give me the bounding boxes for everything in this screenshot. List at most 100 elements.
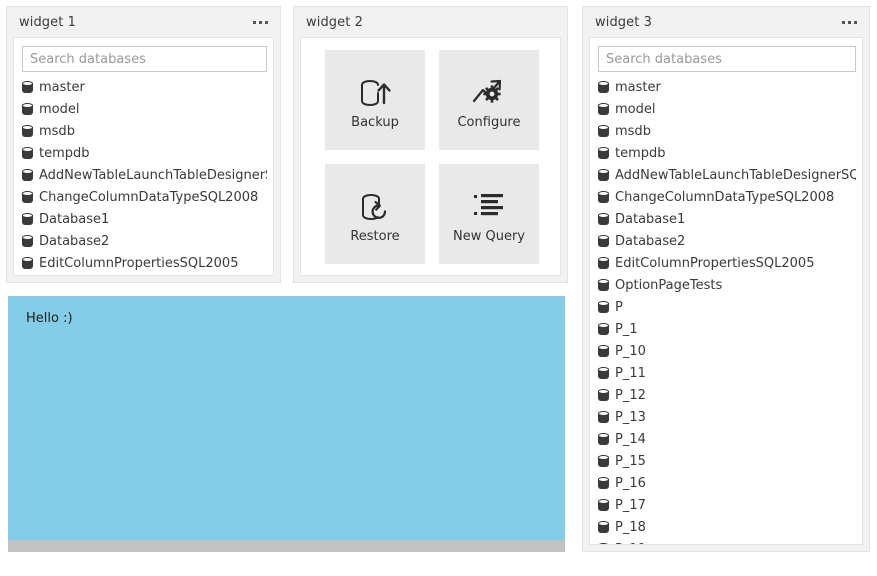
database-list-item[interactable]: Database2: [598, 230, 856, 252]
action-tile-grid: Backup: [301, 38, 560, 264]
database-name: P_16: [615, 477, 646, 490]
database-icon: [598, 455, 609, 468]
database-icon: [598, 147, 609, 160]
database-name: master: [615, 81, 661, 94]
database-name: model: [39, 103, 79, 116]
database-list-item[interactable]: AddNewTableLaunchTableDesignerSQL2: [598, 164, 856, 186]
database-list-item[interactable]: tempdb: [598, 142, 856, 164]
restore-tile[interactable]: Restore: [325, 164, 425, 264]
database-list-item[interactable]: P_1: [598, 318, 856, 340]
database-icon: [598, 543, 609, 545]
database-name: P_12: [615, 389, 646, 402]
database-name: ChangeColumnDataTypeSQL2008: [615, 191, 834, 204]
database-list-item[interactable]: P_17: [598, 494, 856, 516]
database-list-item[interactable]: P_10: [598, 340, 856, 362]
restore-database-icon: [358, 186, 392, 228]
database-name: EditColumnPropertiesSQL2005: [39, 257, 238, 270]
database-list-item[interactable]: model: [22, 98, 267, 120]
database-list-item[interactable]: P_13: [598, 406, 856, 428]
database-list-item[interactable]: P: [598, 296, 856, 318]
ellipsis-icon[interactable]: [840, 17, 859, 28]
widget-3-header: widget 3: [583, 7, 869, 37]
database-icon: [598, 477, 609, 490]
database-list-item[interactable]: EditColumnPropertiesSQL2005: [22, 252, 267, 274]
database-list-item[interactable]: P_15: [598, 450, 856, 472]
database-icon: [598, 433, 609, 446]
database-icon: [22, 191, 33, 204]
backup-database-icon: [358, 72, 392, 114]
search-input[interactable]: [22, 46, 267, 72]
database-list-item[interactable]: OptionPageTests: [598, 274, 856, 296]
database-icon: [22, 169, 33, 182]
database-name: P_1: [615, 323, 638, 336]
widget-3-panel: widget 3 master model msdb tempdbAddNewTabl…: [582, 6, 870, 552]
new-query-tile-label: New Query: [453, 230, 525, 243]
widget-1-database-browser: master model msdb tempdb AddNewTableLaunchTa…: [14, 38, 273, 275]
restore-tile-label: Restore: [350, 230, 399, 243]
database-list-item[interactable]: P_16: [598, 472, 856, 494]
widget-1-header: widget 1: [7, 7, 280, 37]
database-icon: [598, 279, 609, 292]
database-icon: [598, 81, 609, 94]
database-list-item[interactable]: P_19: [598, 538, 856, 544]
configure-tile[interactable]: Configure: [439, 50, 539, 150]
widget-3-body: master model msdb tempdbAddNewTableLaunchTa…: [589, 37, 863, 545]
database-icon: [598, 191, 609, 204]
database-name: ChangeColumnDataTypeSQL2008: [39, 191, 258, 204]
widget-2-panel: widget 2 Backup: [293, 6, 568, 283]
database-icon: [598, 521, 609, 534]
database-list-item[interactable]: master: [598, 76, 856, 98]
database-icon: [598, 169, 609, 182]
database-name: P_19: [615, 543, 646, 545]
database-icon: [598, 345, 609, 358]
database-name: Database2: [615, 235, 685, 248]
database-list: master model msdb tempdb AddNewTableLaunchTa…: [22, 76, 267, 274]
widget-2-header: widget 2: [294, 7, 567, 37]
new-query-tile[interactable]: New Query: [439, 164, 539, 264]
ellipsis-icon[interactable]: [251, 17, 270, 28]
database-list-item[interactable]: Database2: [22, 230, 267, 252]
widget-2-body: Backup: [300, 37, 561, 276]
database-list-item[interactable]: master: [22, 76, 267, 98]
database-icon: [598, 257, 609, 270]
database-name: OptionPageTests: [615, 279, 722, 292]
database-list-item[interactable]: Database1: [22, 208, 267, 230]
database-name: EditColumnPropertiesSQL2005: [615, 257, 814, 270]
database-name: tempdb: [39, 147, 90, 160]
database-list-item[interactable]: EditColumnPropertiesSQL2005: [598, 252, 856, 274]
database-name: Database2: [39, 235, 109, 248]
backup-tile[interactable]: Backup: [325, 50, 425, 150]
new-query-list-icon: [472, 186, 506, 228]
database-name: msdb: [39, 125, 75, 138]
search-input[interactable]: [598, 46, 856, 72]
database-name: model: [615, 103, 655, 116]
horizontal-scrollbar[interactable]: [8, 540, 565, 552]
database-list-item[interactable]: ChangeColumnDataTypeSQL2008: [598, 186, 856, 208]
database-icon: [598, 499, 609, 512]
blue-content-panel: Hello :): [8, 296, 565, 552]
database-name: msdb: [615, 125, 651, 138]
dashboard-canvas: widget 1 mastermodelmsdbtempdbAddNewTabl…: [0, 0, 877, 576]
database-name: P_14: [615, 433, 646, 446]
database-name: AddNewTableLaunchTableDesignerSQL2: [39, 169, 267, 182]
database-list-item[interactable]: model: [598, 98, 856, 120]
database-name: P_17: [615, 499, 646, 512]
database-list-item[interactable]: msdb: [22, 120, 267, 142]
database-name: P_11: [615, 367, 646, 380]
database-list-item[interactable]: P_11: [598, 362, 856, 384]
database-list-item[interactable]: AddNewTableLaunchTableDesignerSQL2: [22, 164, 267, 186]
database-list-item[interactable]: ChangeColumnDataTypeSQL2008: [22, 186, 267, 208]
database-icon: [22, 147, 33, 160]
database-list-item[interactable]: P_14: [598, 428, 856, 450]
database-list-item[interactable]: P_12: [598, 384, 856, 406]
database-list-item[interactable]: tempdb: [22, 142, 267, 164]
database-list-item[interactable]: msdb: [598, 120, 856, 142]
database-icon: [598, 389, 609, 402]
database-icon: [22, 213, 33, 226]
widget-1-body: master model msdb tempdb AddNewTableLaunchTa…: [13, 37, 274, 276]
configure-chart-gear-icon: [472, 72, 506, 114]
database-name: P_15: [615, 455, 646, 468]
database-list-item[interactable]: Database1: [598, 208, 856, 230]
hello-text: Hello :): [8, 296, 565, 326]
database-list-item[interactable]: P_18: [598, 516, 856, 538]
